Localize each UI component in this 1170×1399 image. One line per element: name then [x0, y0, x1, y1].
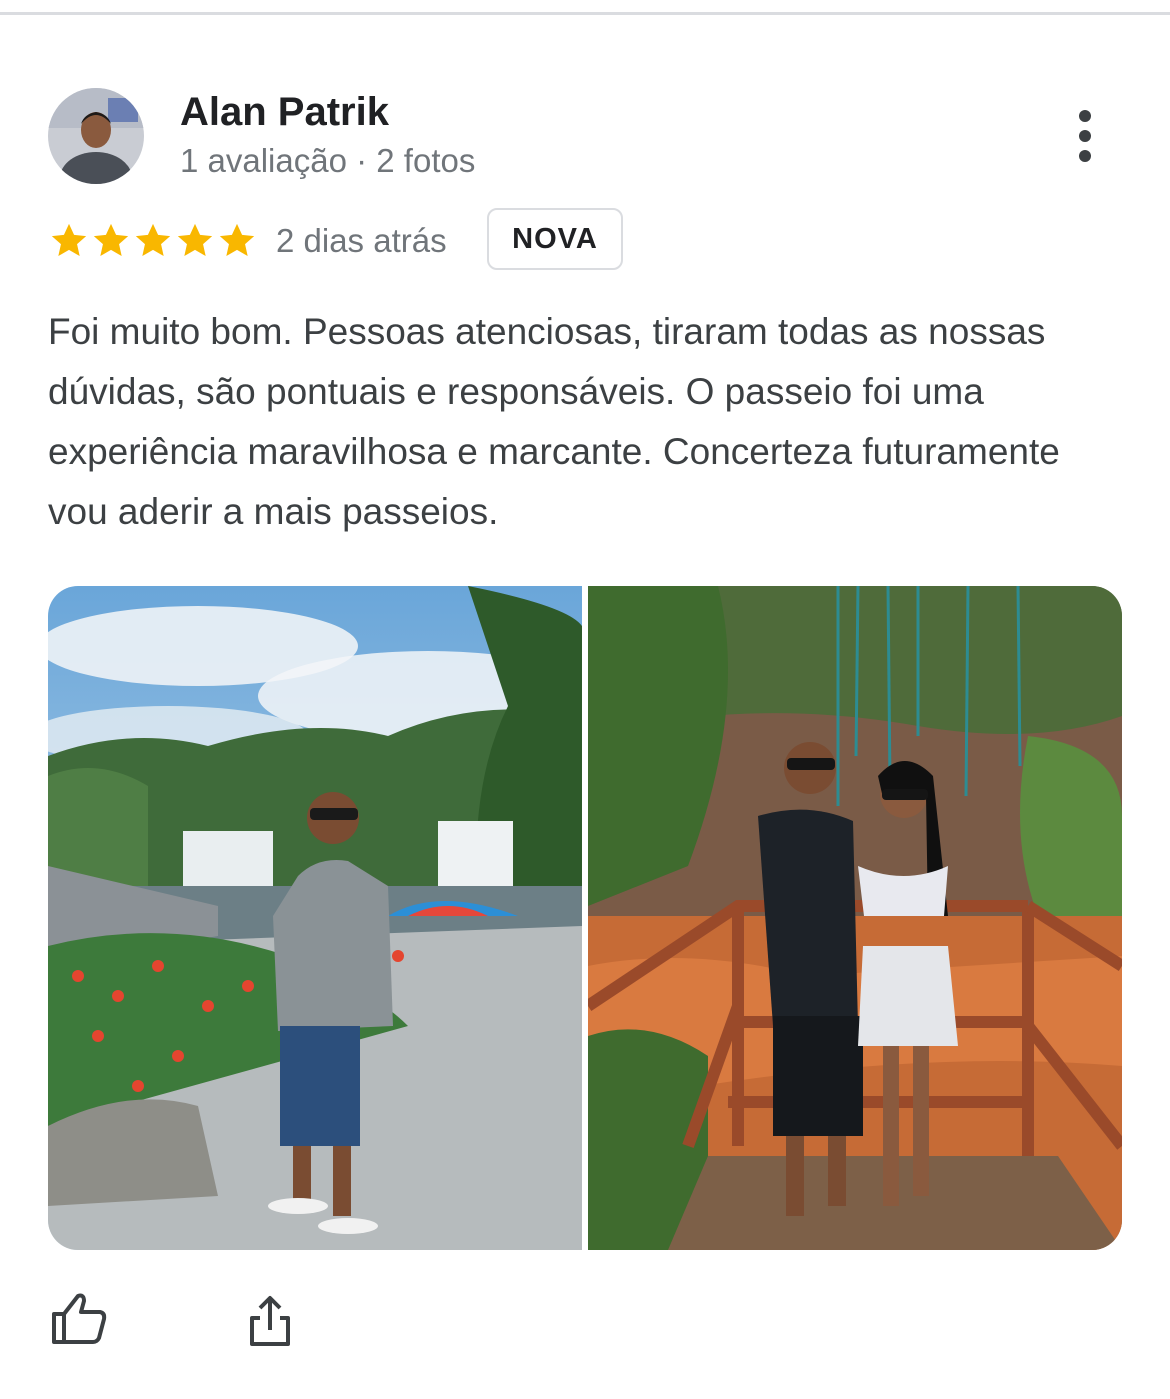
star-icon: [135, 223, 171, 257]
star-icon: [93, 223, 129, 257]
thumbs-up-icon[interactable]: [48, 1288, 112, 1352]
share-glyph: [250, 1296, 290, 1346]
review-photo-1[interactable]: [48, 586, 582, 1250]
avatar-image: [48, 88, 144, 184]
star-icon: [51, 223, 87, 257]
waterfall-photo: [48, 586, 582, 1250]
more-vert-icon[interactable]: [1060, 104, 1112, 168]
thumbs-up-glyph: [52, 1293, 107, 1344]
review-photo-2[interactable]: [588, 586, 1122, 1250]
photo-gallery: [48, 586, 1122, 1250]
share-icon[interactable]: [238, 1288, 302, 1352]
top-divider: [0, 12, 1170, 15]
review-text: Foi muito bom. Pessoas atenciosas, tirar…: [48, 311, 1060, 532]
star-rating: [48, 220, 258, 262]
new-badge: NOVA: [487, 208, 623, 270]
author-avatar[interactable]: [48, 88, 144, 184]
review-date: 2 dias atrás: [276, 222, 447, 259]
star-icon: [219, 223, 255, 257]
author-name[interactable]: Alan Patrik: [180, 90, 389, 135]
couple-photo: [588, 586, 1122, 1250]
star-icon: [177, 223, 213, 257]
author-meta: 1 avaliação · 2 fotos: [180, 142, 476, 179]
